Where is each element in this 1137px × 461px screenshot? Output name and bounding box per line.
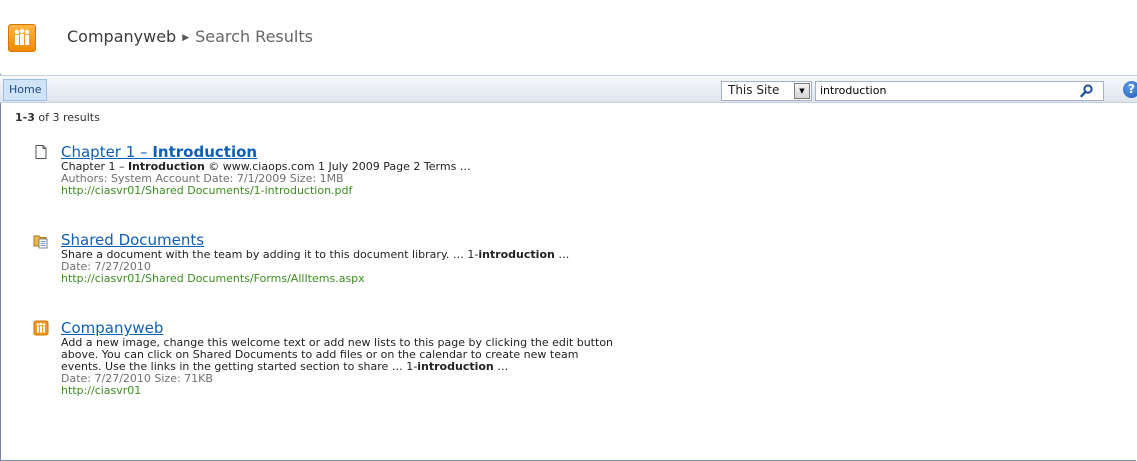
search-result-2: Shared Documents Share a document with t… (61, 231, 761, 285)
result-title-link[interactable]: Shared Documents (61, 231, 761, 249)
document-library-icon (33, 235, 48, 249)
result-title-link[interactable]: Chapter 1 – Introduction (61, 143, 761, 161)
help-icon[interactable]: ? (1123, 81, 1137, 98)
breadcrumb-current-page: Search Results (195, 27, 313, 46)
top-nav-bar: Home This Site ▼ ? (0, 75, 1137, 103)
result-snippet: Share a document with the team by adding… (61, 249, 761, 261)
results-range: 1-3 (15, 111, 35, 124)
site-icon (33, 320, 49, 336)
result-title-link[interactable]: Companyweb (61, 319, 761, 337)
search-input[interactable] (820, 83, 1070, 98)
search-box (815, 81, 1104, 101)
site-header: Companyweb ▶ Search Results (0, 0, 1137, 74)
result-title-highlight: Introduction (152, 143, 258, 161)
breadcrumb: Companyweb ▶ Search Results (67, 27, 313, 46)
breadcrumb-separator-icon: ▶ (182, 33, 190, 43)
results-count: 1-3 of 3 results (15, 111, 100, 124)
search-scope-dropdown[interactable]: This Site ▼ (721, 81, 812, 101)
breadcrumb-site-link[interactable]: Companyweb (67, 27, 176, 46)
result-meta: Date: 7/27/2010 Size: 71KB (61, 372, 213, 385)
snippet-text: … (554, 248, 570, 261)
snippet-highlight: introduction (417, 360, 494, 373)
document-icon (35, 145, 47, 159)
search-icon[interactable] (1079, 83, 1095, 99)
search-scope-value: This Site (728, 83, 780, 97)
site-logo-icon[interactable] (8, 24, 36, 52)
result-url: http://ciasvr01/Shared Documents/Forms/A… (61, 272, 365, 285)
snippet-text: … (493, 360, 509, 373)
result-url: http://ciasvr01 (61, 384, 142, 397)
search-result-3: Companyweb Add a new image, change this … (61, 319, 761, 397)
search-result-1: Chapter 1 – Introduction Chapter 1 – Int… (61, 143, 761, 197)
chevron-down-icon[interactable]: ▼ (794, 83, 810, 99)
snippet-highlight: introduction (478, 248, 555, 261)
results-total: of 3 results (38, 111, 100, 124)
result-url: http://ciasvr01/Shared Documents/1-intro… (61, 184, 353, 197)
tab-home[interactable]: Home (3, 79, 48, 101)
result-title-text: Chapter 1 – (61, 143, 153, 161)
